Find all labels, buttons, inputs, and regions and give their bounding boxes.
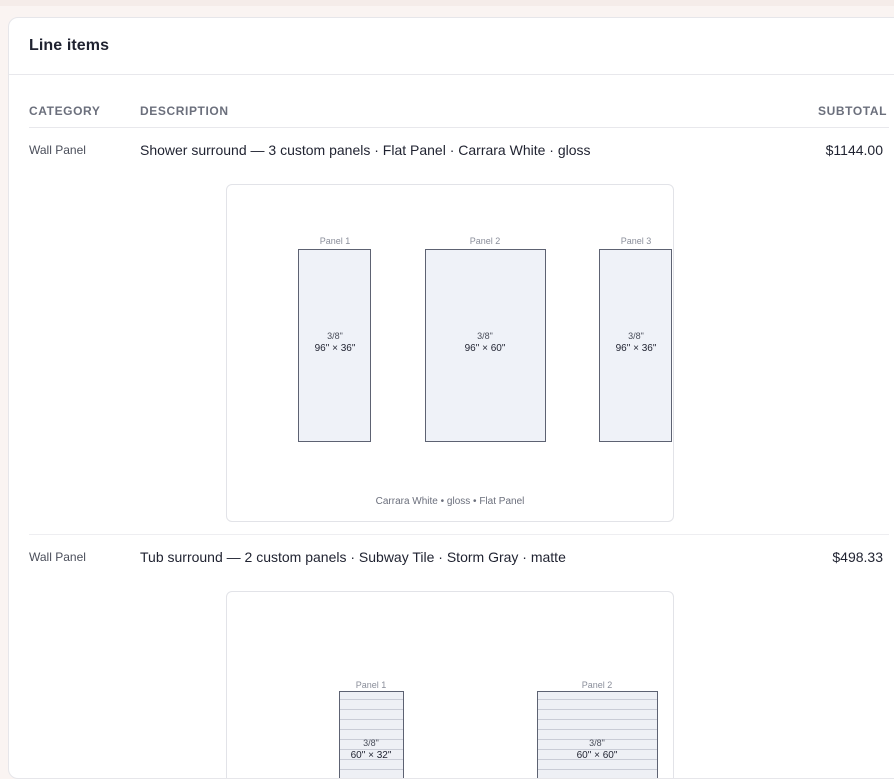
panel-dimensions: 96" × 60" [464,343,506,354]
panel-thickness: 3/8" [589,738,605,748]
title-divider [9,74,894,75]
panel-dimensions: 96" × 36" [314,343,356,354]
row-category: Wall Panel [29,550,86,564]
row-description: Shower surround — 3 custom panels · Flat… [140,142,591,158]
panel-thickness: 3/8" [628,331,644,341]
panel-label: Panel 1 [319,236,351,246]
column-header-category: CATEGORY [29,104,101,118]
panel-shape [537,691,658,778]
panel-thickness: 3/8" [363,738,379,748]
line-items-card: Line items CATEGORY DESCRIPTION SUBTOTAL… [8,17,894,779]
panel-layout-preview: Panel 1 3/8" 96" × 36" Panel 2 3/8" 96" … [226,184,674,522]
column-header-description: DESCRIPTION [140,104,229,118]
panel-layout-preview: Panel 1 3/8" 60" × 32" Panel 2 3/8" 60" … [226,591,674,778]
preview-caption: Carrara White • gloss • Flat Panel [375,496,525,507]
row-subtotal: $498.33 [832,549,883,565]
panel-thickness: 3/8" [327,331,343,341]
row-category: Wall Panel [29,143,86,157]
panel-shape [339,691,404,778]
panel-label: Panel 2 [581,680,613,690]
column-header-subtotal: SUBTOTAL [818,104,888,118]
page-top-strip [0,0,894,6]
row-subtotal: $1144.00 [825,142,883,158]
row-description: Tub surround — 2 custom panels · Subway … [140,549,566,565]
row-divider [29,534,889,535]
panel-label: Panel 2 [469,236,501,246]
panel-dimensions: 96" × 36" [615,343,657,354]
panel-thickness: 3/8" [477,331,493,341]
section-title: Line items [29,37,110,54]
header-divider [29,127,889,128]
panel-label: Panel 1 [355,680,387,690]
panel-label: Panel 3 [620,236,652,246]
